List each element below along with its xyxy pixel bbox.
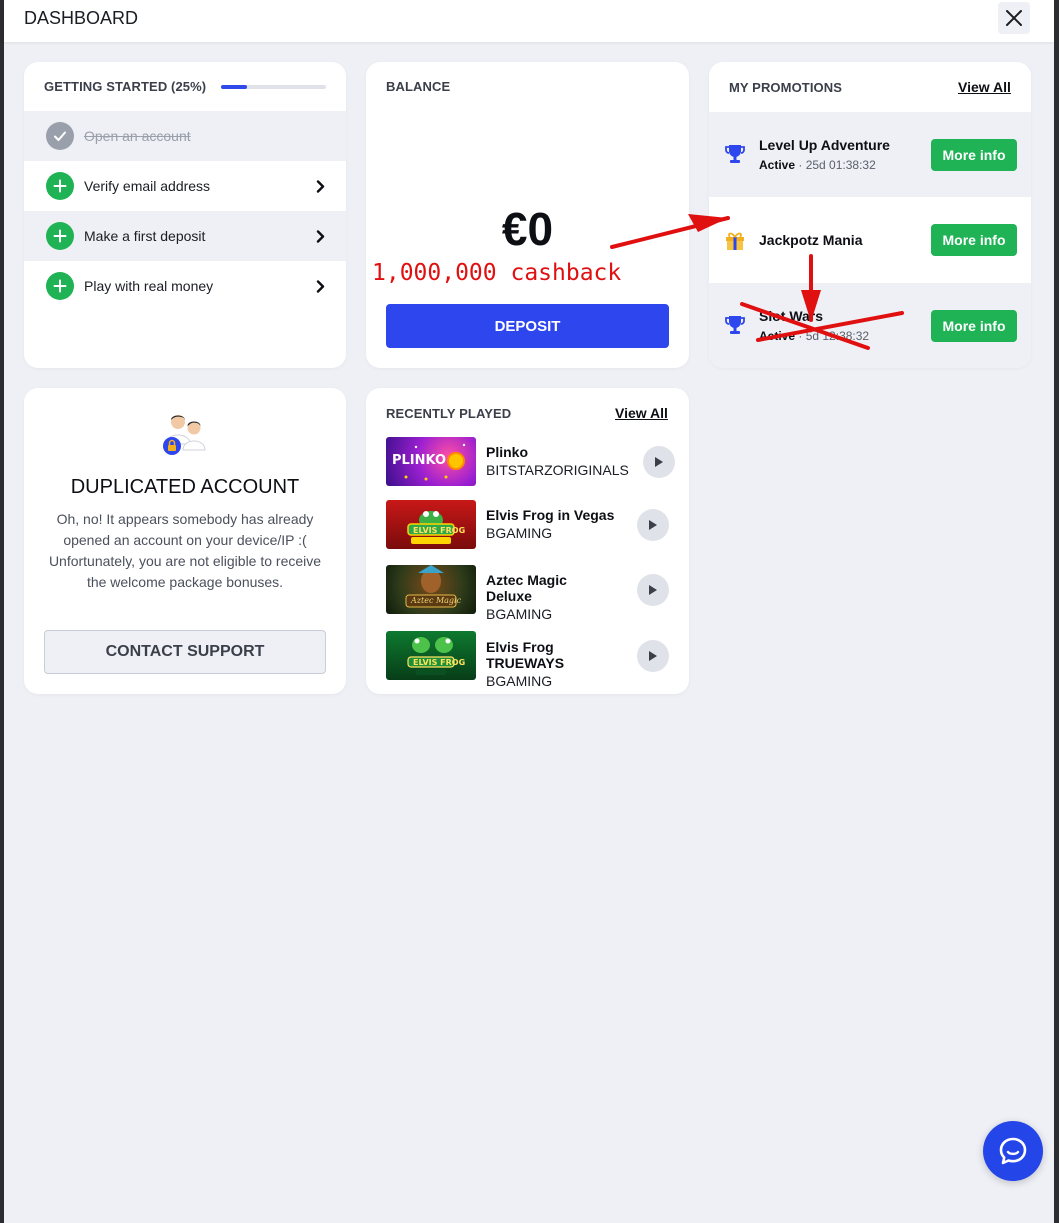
game-title: Elvis Frog in Vegas xyxy=(486,507,615,523)
step-label: Make a first deposit xyxy=(84,228,206,244)
play-button[interactable] xyxy=(643,446,675,478)
modal-header: DASHBOARD xyxy=(4,0,1054,42)
close-icon xyxy=(1006,10,1022,26)
game-thumb-text: Aztec Magic xyxy=(411,596,462,605)
play-icon xyxy=(649,585,657,595)
game-provider: BITSTARZORIGINALS xyxy=(486,462,629,478)
trophy-icon xyxy=(721,140,749,168)
promo-name: Level Up Adventure xyxy=(759,137,890,153)
game-provider: BGAMING xyxy=(486,525,553,541)
promo-row-jackpotz: Jackpotz Mania More info xyxy=(709,197,1031,282)
step-play-real-money[interactable]: Play with real money xyxy=(24,261,346,311)
game-thumb-text: ELVIS FROG xyxy=(413,526,466,535)
progress-fill xyxy=(221,85,248,89)
getting-started-card: GETTING STARTED (25%) Open an account Ve… xyxy=(24,62,346,368)
plus-icon xyxy=(46,272,74,300)
game-title: Elvis Frog TRUEWAYS xyxy=(486,639,565,671)
step-label: Open an account xyxy=(84,128,191,144)
promo-name: Slot Wars xyxy=(759,308,824,324)
balance-card: BALANCE €0 1,000,000 cashback DEPOSIT xyxy=(366,62,689,368)
promo-row-slot-wars: Slot Wars Active · 5d 12:38:32 More info xyxy=(709,283,1031,368)
promo-status: Active · 25d 01:38:32 xyxy=(759,158,876,172)
promo-name: Jackpotz Mania xyxy=(759,232,863,248)
chevron-right-icon xyxy=(314,229,326,243)
duplicated-account-message: Oh, no! It appears somebody has already … xyxy=(48,511,322,590)
step-open-account: Open an account xyxy=(24,111,346,161)
promotions-card: MY PROMOTIONS View All Level Up Adventur… xyxy=(709,62,1031,368)
plus-icon xyxy=(46,172,74,200)
promo-row-level-up: Level Up Adventure Active · 25d 01:38:32… xyxy=(709,112,1031,197)
play-button[interactable] xyxy=(637,509,669,541)
page-title: DASHBOARD xyxy=(24,8,139,28)
game-row-plinko[interactable]: PLINKO Plinko BITSTARZORIGINALS xyxy=(386,437,678,487)
chat-button[interactable] xyxy=(983,1121,1043,1181)
recently-played-card: RECENTLY PLAYED View All PLINKO Plinko B… xyxy=(366,388,689,694)
plus-icon xyxy=(46,222,74,250)
game-row-elvis-frog-trueways[interactable]: ELVIS FROG Elvis Frog TRUEWAYS BGAMING xyxy=(386,631,678,689)
recently-played-view-all-link[interactable]: View All xyxy=(615,405,668,421)
trophy-icon xyxy=(721,311,749,339)
duplicated-account-title: DUPLICATED ACCOUNT xyxy=(70,476,300,498)
checkmark-icon xyxy=(46,122,74,150)
getting-started-title: GETTING STARTED (25%) xyxy=(44,79,207,94)
step-label: Verify email address xyxy=(84,178,211,194)
game-thumb-text: PLINKO xyxy=(392,453,447,468)
chevron-right-icon xyxy=(314,279,326,293)
users-lock-icon xyxy=(160,412,210,458)
play-icon xyxy=(649,651,657,661)
progress-bar xyxy=(221,85,326,89)
game-row-aztec-magic[interactable]: Aztec Magic Aztec Magic Deluxe BGAMING xyxy=(386,565,678,622)
game-thumbnail[interactable]: PLINKO xyxy=(386,437,476,486)
play-button[interactable] xyxy=(637,574,669,606)
game-thumb-text: ELVIS FROG xyxy=(413,658,466,667)
gift-icon xyxy=(721,226,749,254)
dashboard-modal: DASHBOARD GETTING STARTED (25%) Open an … xyxy=(4,0,1054,1223)
game-provider: BGAMING xyxy=(486,673,553,689)
cashback-annotation: 1,000,000 cashback xyxy=(372,260,622,286)
chevron-right-icon xyxy=(314,179,326,193)
promotions-view-all-link[interactable]: View All xyxy=(958,79,1011,95)
play-icon xyxy=(649,520,657,530)
game-thumbnail[interactable]: Aztec Magic xyxy=(386,565,476,614)
balance-title: BALANCE xyxy=(386,79,451,94)
game-title: Plinko xyxy=(486,444,529,460)
chat-icon xyxy=(999,1137,1027,1165)
step-verify-email[interactable]: Verify email address xyxy=(24,161,346,211)
window-edge xyxy=(1054,0,1059,1223)
promo-status: Active · 5d 12:38:32 xyxy=(759,329,870,343)
game-provider: BGAMING xyxy=(486,606,553,622)
step-first-deposit[interactable]: Make a first deposit xyxy=(24,211,346,261)
more-info-button[interactable]: More info xyxy=(931,224,1017,256)
game-title: Aztec Magic Deluxe xyxy=(486,572,567,604)
step-label: Play with real money xyxy=(84,278,214,294)
deposit-button[interactable]: DEPOSIT xyxy=(386,304,669,348)
contact-support-button[interactable]: CONTACT SUPPORT xyxy=(44,630,326,674)
close-button[interactable] xyxy=(998,2,1030,34)
balance-amount: €0 xyxy=(501,203,554,255)
promotions-title: MY PROMOTIONS xyxy=(729,80,843,95)
more-info-button[interactable]: More info xyxy=(931,139,1017,171)
recently-played-title: RECENTLY PLAYED xyxy=(386,406,512,421)
game-row-elvis-frog-vegas[interactable]: ELVIS FROG Elvis Frog in Vegas BGAMING xyxy=(386,500,678,550)
play-icon xyxy=(655,457,663,467)
play-button[interactable] xyxy=(637,640,669,672)
game-thumbnail[interactable]: ELVIS FROG xyxy=(386,631,476,680)
duplicated-account-card: DUPLICATED ACCOUNT Oh, no! It appears so… xyxy=(24,388,346,694)
game-thumbnail[interactable]: ELVIS FROG xyxy=(386,500,476,549)
more-info-button[interactable]: More info xyxy=(931,310,1017,342)
